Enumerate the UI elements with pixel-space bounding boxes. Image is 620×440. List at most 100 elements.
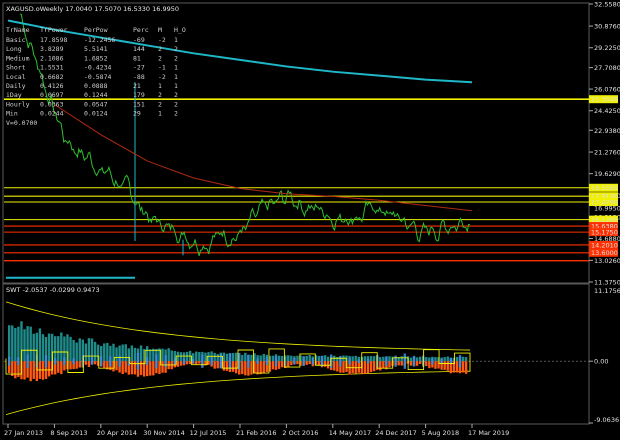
table-cell: -88 (133, 73, 145, 81)
indicator-histogram-bar (90, 357, 94, 365)
table-cell: 2 (174, 45, 178, 53)
indicator-histogram-bar (234, 361, 238, 374)
indicator-histogram-bar (149, 361, 152, 376)
indicator-histogram-bar (354, 355, 357, 362)
time-tick-label: 5 Aug 2018 (422, 429, 460, 437)
indicator-histogram-bar (308, 355, 311, 362)
table-cell: -0.4234 (84, 64, 111, 72)
indicator-histogram-bar (431, 357, 434, 365)
table-cell: -12.2456 (84, 36, 115, 44)
price-tick-label: 21.2760 (594, 149, 620, 157)
indicator-histogram-bar (464, 361, 468, 374)
price-tick-label: 30.8760 (594, 23, 620, 31)
indicator-axis: 11.1756 0.00 -9.0636 (589, 287, 620, 424)
table-cell: 1 (174, 82, 178, 90)
table-cell: Hourly (6, 100, 30, 108)
table-cell: Local (6, 73, 26, 81)
indicator-histogram-bar (455, 356, 459, 362)
indicator-histogram-bar (103, 361, 106, 368)
indicator-histogram-bar (265, 357, 268, 366)
indicator-histogram-bar (72, 339, 75, 362)
indicator-histogram-bar (241, 361, 244, 375)
indicator-histogram-bar (415, 357, 419, 362)
time-tick-label: 2 Oct 2016 (282, 429, 318, 437)
indicator-histogram-bar (363, 356, 367, 362)
table-cell: 1.6852 (84, 54, 108, 62)
indicator-histogram-bar (124, 361, 127, 373)
indicator-histogram-bar (75, 342, 78, 362)
indicator-histogram-bar (54, 336, 57, 362)
indicator-histogram-bar (115, 347, 118, 362)
indicator-histogram-bar (418, 361, 422, 365)
indicator-histogram-bar (109, 356, 112, 367)
indicator-histogram-bar (290, 355, 293, 362)
indicator-histogram-bar (425, 357, 428, 362)
indicator-histogram-bar (130, 361, 134, 375)
indicator-tick-label: -9.0636 (594, 416, 619, 424)
indicator-plot (4, 301, 589, 415)
table-cell: 2.1086 (40, 54, 64, 62)
indicator-histogram-bar (323, 361, 327, 367)
indicator-histogram-bar (400, 361, 403, 366)
indicator-histogram-bar (146, 357, 149, 366)
indicator-histogram-bar (14, 328, 17, 362)
indicator-histogram-bar (326, 356, 330, 362)
table-cell: -27 (133, 64, 145, 72)
time-tick-label: 17 Mar 2019 (468, 429, 509, 437)
indicator-histogram-bar (409, 361, 413, 366)
moving-average-line (54, 104, 473, 212)
indicator-histogram-bar (434, 361, 437, 369)
indicator-histogram-bar (210, 357, 213, 366)
indicator-histogram-bar (167, 348, 170, 362)
indicator-histogram-bar (262, 353, 265, 362)
indicator-histogram-bar (176, 361, 180, 367)
table-cell: Medium (6, 54, 30, 62)
indicator-histogram-bar (179, 352, 183, 362)
indicator-histogram-bar (247, 354, 250, 368)
indicator-histogram-bar (84, 361, 88, 365)
table-cell: 0.0547 (84, 100, 108, 108)
price-tick-label: 24.4250 (594, 107, 620, 115)
price-tick-label: 22.9380 (594, 127, 620, 135)
indicator-histogram-bar (415, 361, 419, 366)
indicator-histogram-bar (277, 361, 281, 369)
power-table: TrName TrPower PerPow Perc M H_O Basic 17… (6, 26, 186, 127)
indicator-histogram-bar (87, 338, 91, 362)
indicator-histogram-bar (382, 356, 385, 362)
level-tag-label: 14.2010 (591, 241, 618, 249)
indicator-histogram-bar (400, 356, 403, 362)
table-cell: 0.0888 (84, 82, 108, 90)
time-tick-label: 12 Jul 2015 (190, 429, 227, 437)
indicator-histogram-bar (388, 356, 391, 362)
indicator-histogram-bar (23, 329, 26, 362)
indicator-histogram-bar (29, 326, 32, 362)
chart-canvas: XAGUSD.oWeekly 17.0040 17.5070 16.5330 1… (2, 1, 620, 437)
indicator-histogram-bar (63, 357, 66, 366)
vol-label: V=0.0700 (6, 119, 37, 127)
table-cell: 2 (158, 54, 162, 62)
table-cell: iDay (6, 91, 22, 99)
table-cell: 2 (174, 110, 178, 118)
table-cell: 0.0244 (40, 110, 64, 118)
indicator-histogram-bar (287, 355, 290, 362)
indicator-histogram-bar (428, 361, 431, 369)
indicator-histogram-bar (394, 355, 397, 367)
moving-average-line (7, 19, 473, 84)
indicator-histogram-bar (397, 361, 400, 366)
indicator-histogram-bar (225, 353, 229, 362)
indicator-histogram-bar (32, 333, 35, 362)
time-axis: 27 Jan 2013 8 Sep 2013 20 Apr 2014 30 Nov 2… (4, 424, 509, 437)
indicator-histogram-bar (60, 332, 63, 362)
table-cell: -2 (158, 36, 166, 44)
indicator-histogram-bar (244, 361, 247, 376)
indicator-histogram-bar (372, 361, 376, 372)
indicator-histogram-bar (412, 355, 416, 367)
indicator-histogram-bar (231, 361, 235, 372)
table-cell: 2 (174, 54, 178, 62)
indicator-histogram-bar (41, 361, 45, 380)
indicator-histogram-bar (161, 348, 164, 362)
indicator-histogram-bar (403, 353, 406, 369)
time-tick-label: 20 Apr 2014 (97, 429, 137, 437)
level-tag-label: 18.5560 (591, 184, 618, 192)
indicator-histogram-bar (41, 334, 45, 362)
